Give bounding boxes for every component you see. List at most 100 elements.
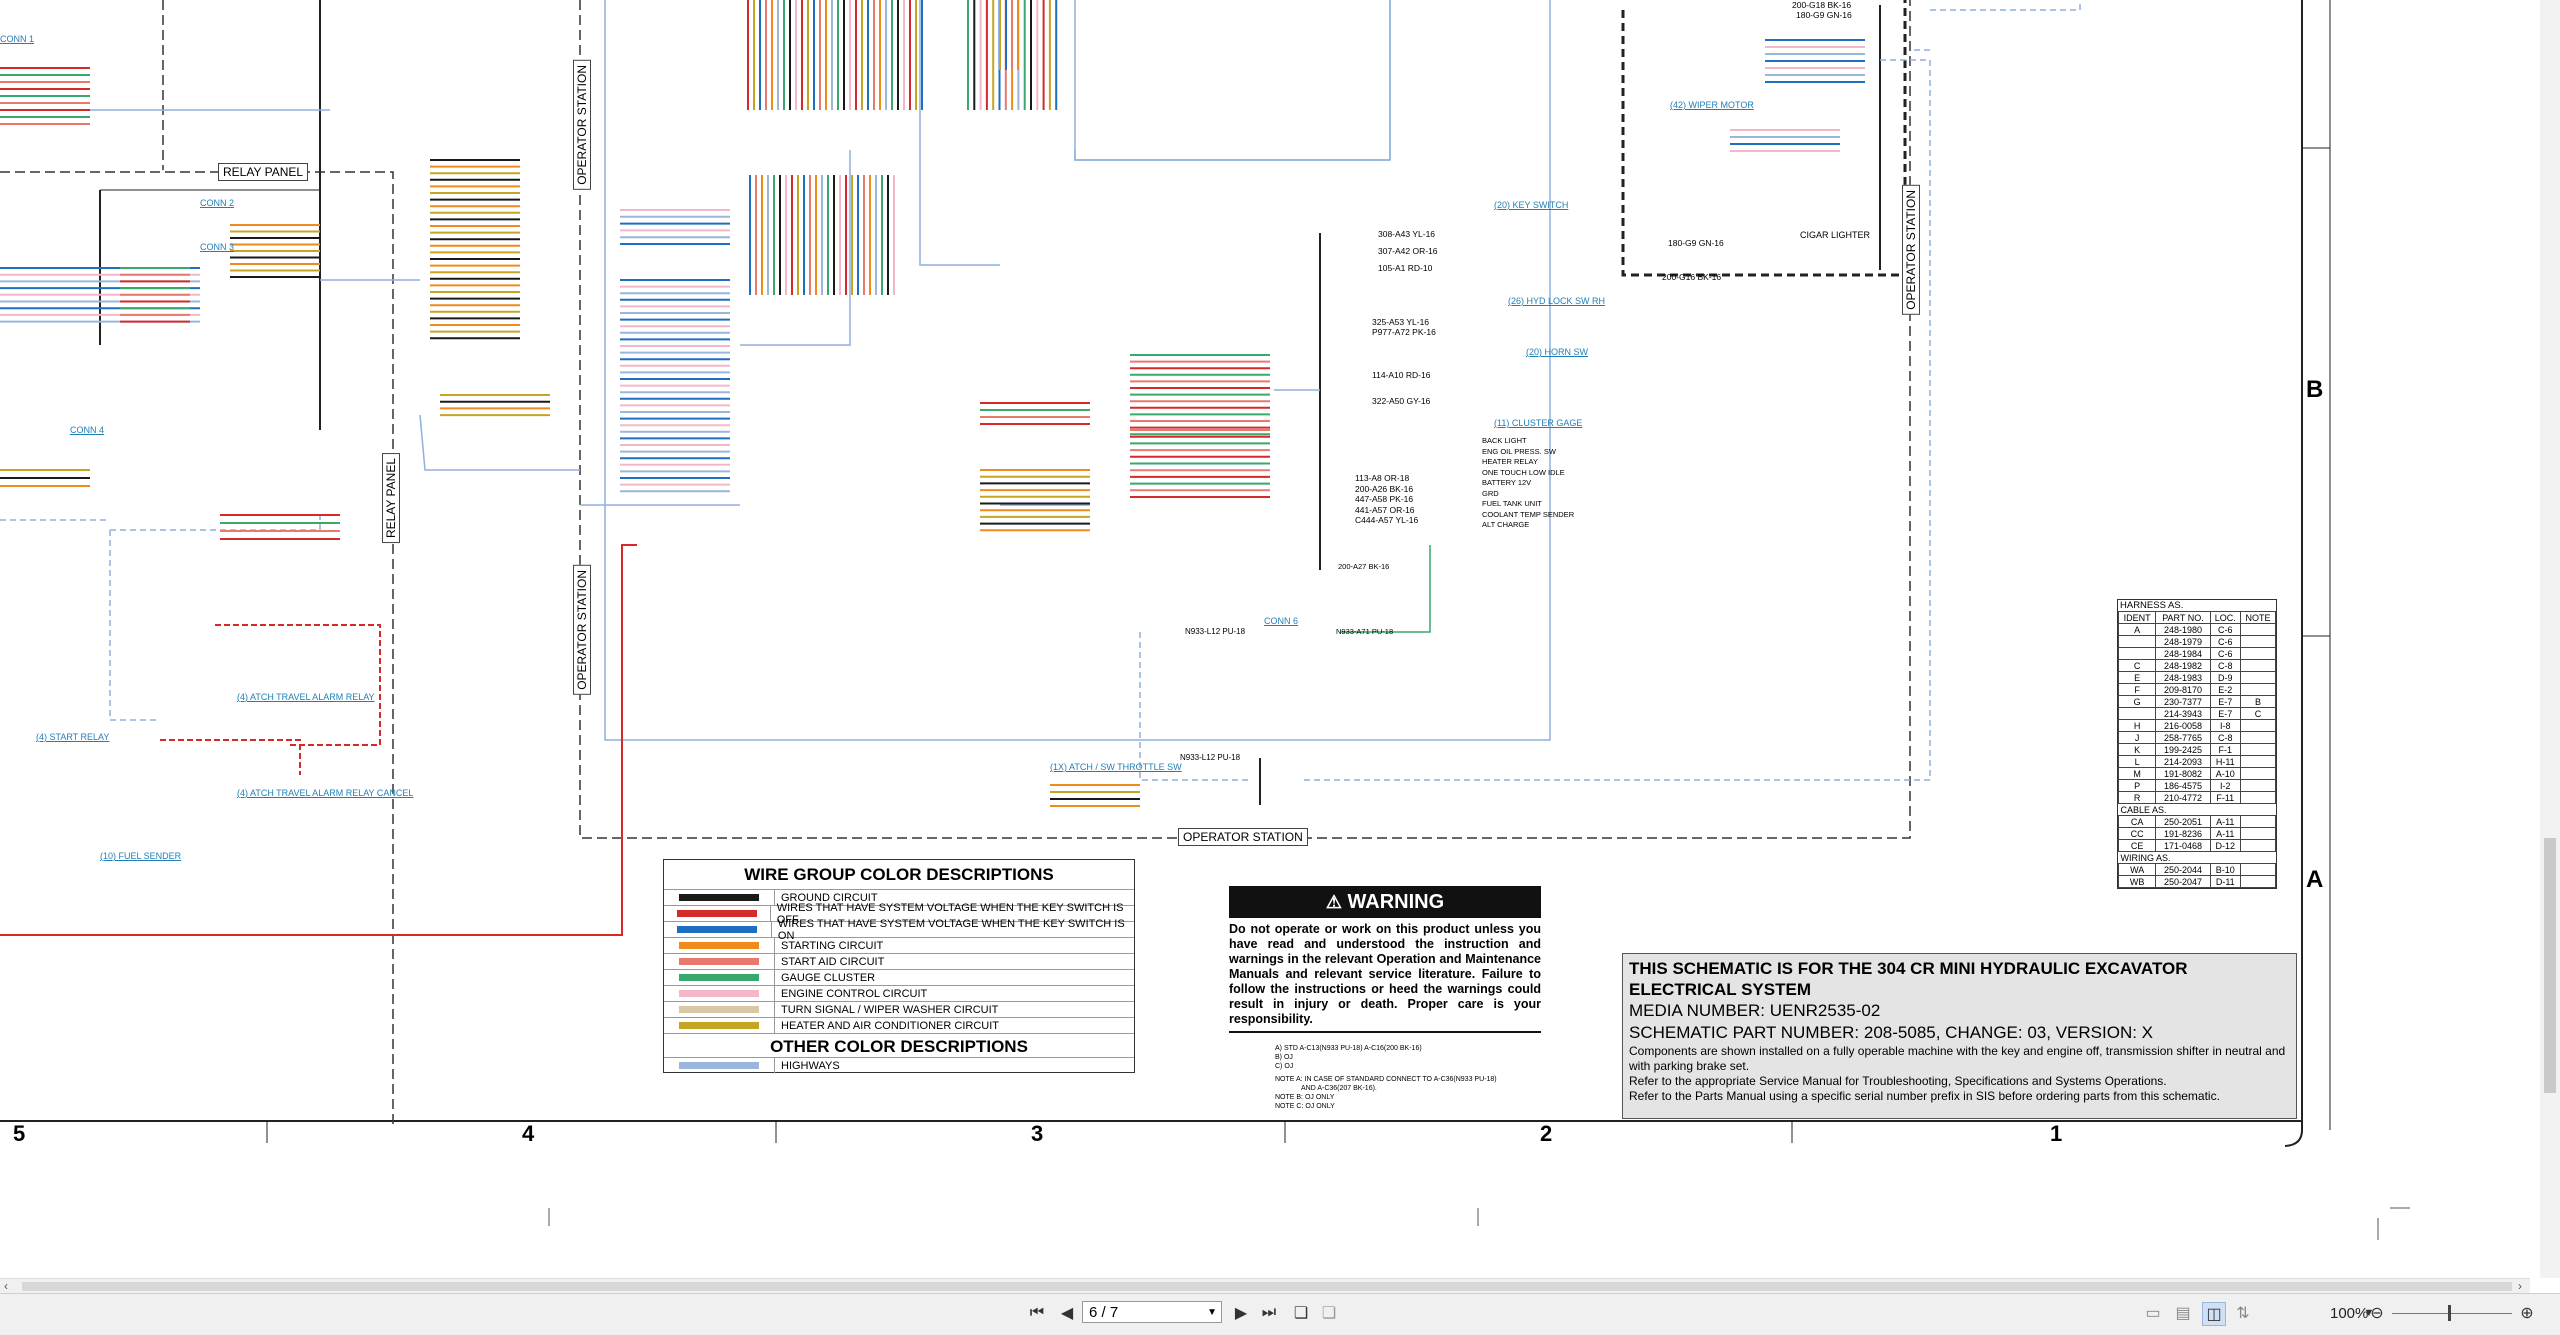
horn-switch-label: (20) HORN SW [1526, 347, 1589, 357]
other-legend-title: OTHER COLOR DESCRIPTIONS [664, 1033, 1134, 1057]
page-dropdown-icon[interactable]: ▼ [1207, 1302, 1217, 1324]
harness-cell: I-8 [2209, 719, 2241, 732]
travel-alarm-label: (4) ATCH TRAVEL ALARM RELAY [237, 692, 375, 702]
horizontal-scrollbar[interactable]: ‹ › [0, 1278, 2530, 1294]
page-number-value: 6 / 7 [1089, 1304, 1119, 1321]
harness-cell: C [2239, 707, 2277, 720]
harness-row: WA 250-2044 B-10 [2117, 863, 2277, 876]
cluster-pin: ALT CHARGE [1482, 520, 1530, 529]
operator-station-vertical-label-1: OPERATOR STATION [573, 60, 591, 190]
harness-section-row: WIRING AS. [2119, 852, 2276, 864]
harness-cell [2239, 731, 2277, 744]
operator-station-label: OPERATOR STATION [1178, 828, 1308, 846]
title-paragraph-2: Refer to the appropriate Service Manual … [1629, 1074, 2167, 1088]
relay-panel-vertical-label: RELAY PANEL [382, 453, 400, 544]
zone-number: 3 [1031, 1121, 1044, 1146]
last-page-icon[interactable]: ⏭ [1258, 1302, 1280, 1324]
legend-row: WIRES THAT HAVE SYSTEM VOLTAGE WHEN THE … [664, 918, 1134, 942]
harness-cell: CC [2117, 827, 2157, 840]
zone-letter: B [2306, 376, 2324, 403]
legend-swatch [679, 1022, 759, 1029]
harness-cell [2239, 827, 2277, 840]
warning-header: ⚠ WARNING [1229, 886, 1541, 918]
harness-row: F 209-8170 E-2 [2117, 683, 2277, 696]
legend-text: WIRES THAT HAVE SYSTEM VOLTAGE WHEN THE … [777, 917, 1125, 942]
harness-cell [2239, 659, 2277, 672]
harness-cell: CA [2117, 815, 2157, 828]
harness-cell: J [2117, 731, 2157, 744]
wire-label: C444-A57 YL-16 [1355, 515, 1419, 525]
zoom-slider-handle[interactable] [2448, 1305, 2451, 1321]
first-page-icon[interactable]: ⏮ [1026, 1302, 1048, 1324]
viewer-toolbar: ⏮ ◀ 6 / 7 ▼ ▶ ⏭ ❏ ❏ ▭ ▤ ◫ ⇅ 100% ▼ ⊖ ⊕ [0, 1293, 2560, 1335]
harness-cell: E-7 [2209, 707, 2241, 720]
harness-cell: 248-1983 [2155, 671, 2211, 684]
harness-cell: WA [2117, 863, 2157, 876]
two-page-icon[interactable]: ◫ [2202, 1302, 2226, 1326]
scroll-left-icon[interactable]: ‹ [4, 1279, 8, 1293]
operator-station-vertical-label-2: OPERATOR STATION [573, 565, 591, 695]
other-legend-rows: HIGHWAYS [664, 1057, 1134, 1073]
vertical-scrollbar[interactable] [2540, 0, 2560, 1278]
harness-cell [2239, 623, 2277, 636]
legend-swatch [679, 974, 759, 981]
legend-swatch [679, 958, 759, 965]
legend-row: HEATER AND AIR CONDITIONER CIRCUIT [664, 1017, 1134, 1033]
harness-cell: 248-1980 [2155, 623, 2211, 636]
conn-3-label: CONN 3 [200, 242, 235, 252]
harness-cell: 248-1984 [2155, 647, 2211, 660]
conn-2-label: CONN 2 [200, 198, 235, 208]
wire-label: 322-A50 GY-16 [1372, 396, 1431, 406]
harness-cell: E-7 [2209, 695, 2241, 708]
harness-row: 214-3943 E-7 C [2117, 707, 2277, 720]
page-view-icon[interactable]: ❏ [1290, 1302, 1312, 1324]
harness-row: E 248-1983 D-9 [2117, 671, 2277, 684]
fit-width-icon[interactable]: ⇅ [2232, 1302, 2254, 1324]
horizontal-scroll-thumb[interactable] [22, 1282, 2512, 1291]
legend-text: HEATER AND AIR CONDITIONER CIRCUIT [781, 1019, 999, 1032]
zone-number: 1 [2050, 1121, 2063, 1146]
harness-cell: C-6 [2209, 635, 2241, 648]
harness-cell [2239, 719, 2277, 732]
cluster-pin: GRD [1482, 488, 1499, 498]
next-page-icon[interactable]: ▶ [1230, 1302, 1252, 1324]
harness-cell: P [2117, 779, 2157, 792]
continuous-page-icon[interactable]: ▤ [2172, 1302, 2194, 1324]
single-page-icon[interactable]: ▭ [2142, 1302, 2164, 1324]
harness-cell: H [2117, 719, 2157, 732]
harness-section-title: WIRING AS. [2120, 852, 2171, 863]
wire-labels-hyd-lock: 325-A53 YL-16 P977-A72 PK-16 [1372, 317, 1436, 337]
harness-cell: E [2117, 671, 2157, 684]
harness-row: A 248-1980 C-6 [2117, 623, 2277, 636]
wire-label: N933-L12 PU-18 [1185, 627, 1246, 636]
wire-labels-horn: 114-A10 RD-16 322-A50 GY-16 [1372, 362, 1430, 414]
cluster-pin: BATTERY 12V [1482, 478, 1532, 487]
harness-cell [2239, 671, 2277, 684]
harness-row: H 216-0058 I-8 [2117, 719, 2277, 732]
wire-label: 200-A27 BK-16 [1338, 562, 1390, 571]
vertical-scroll-thumb[interactable] [2544, 838, 2556, 1093]
zoom-out-icon[interactable]: ⊖ [2366, 1302, 2388, 1324]
harness-title: HARNESS AS. [2120, 600, 2184, 611]
fuel-sender-label: (10) FUEL SENDER [100, 851, 182, 861]
harness-cell [2239, 863, 2277, 876]
scroll-right-icon[interactable]: › [2518, 1279, 2522, 1293]
note-line: AND A-C36(207 BK-16). [1301, 1085, 1377, 1092]
harness-row: CC 191-8236 A-11 [2117, 827, 2277, 840]
harness-cell: A [2117, 623, 2157, 636]
note-line: B) OJ [1275, 1054, 1293, 1061]
page-view-alt-icon[interactable]: ❏ [1318, 1302, 1340, 1324]
previous-page-icon[interactable]: ◀ [1056, 1302, 1078, 1324]
zone-number: 5 [13, 1121, 26, 1146]
harness-cell [2239, 779, 2277, 792]
legend-row: HIGHWAYS [664, 1057, 1134, 1073]
page-number-input[interactable]: 6 / 7 ▼ [1082, 1301, 1222, 1323]
harness-cell: B-10 [2209, 863, 2241, 876]
harness-cell: L [2117, 755, 2157, 768]
warning-triangle-icon: ⚠ [1325, 892, 1342, 912]
zoom-in-icon[interactable]: ⊕ [2516, 1302, 2538, 1324]
legend-swatch-cell [664, 922, 772, 937]
zone-number: 4 [522, 1121, 535, 1146]
zoom-slider-track[interactable] [2392, 1313, 2512, 1314]
harness-cell: D-9 [2209, 671, 2241, 684]
